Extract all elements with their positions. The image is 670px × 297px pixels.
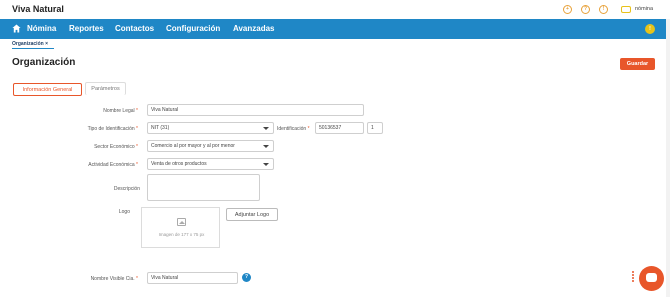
chat-bubble-icon bbox=[646, 273, 657, 282]
descripcion-label: Descripción bbox=[113, 186, 140, 192]
digito-verificacion-input[interactable]: 1 bbox=[367, 122, 383, 134]
breadcrumb-underline bbox=[12, 48, 54, 49]
chevron-down-icon bbox=[263, 127, 269, 130]
logo-hint: Imagen de 177 x 75 px bbox=[158, 232, 205, 237]
nombre-legal-input[interactable]: Viva Natural bbox=[147, 104, 364, 116]
identificacion-input[interactable]: 50136537 bbox=[315, 122, 364, 134]
user-menu[interactable]: nómina bbox=[635, 6, 653, 12]
nav-item-nomina[interactable]: Nómina bbox=[27, 24, 56, 33]
main-nav: Nómina Reportes Contactos Configuración … bbox=[0, 19, 670, 39]
help-icon[interactable]: ? bbox=[242, 273, 251, 282]
breadcrumb-label: Organización bbox=[12, 41, 44, 47]
tab-informacion-general[interactable]: Información General bbox=[13, 83, 82, 96]
home-icon[interactable] bbox=[12, 24, 21, 33]
descripcion-textarea[interactable] bbox=[147, 174, 260, 201]
scrollbar[interactable] bbox=[666, 19, 670, 297]
tab-parametros[interactable]: Parámetros bbox=[85, 82, 126, 95]
notification-badge[interactable]: ! bbox=[645, 24, 655, 34]
actividad-economica-label: Actividad Económica * bbox=[88, 162, 138, 168]
image-icon bbox=[177, 218, 186, 226]
nav-item-configuracion[interactable]: Configuración bbox=[166, 24, 220, 33]
nav-item-avanzadas[interactable]: Avanzadas bbox=[233, 24, 275, 33]
nombre-visible-input[interactable]: Viva Natural bbox=[147, 272, 238, 284]
drag-handle-icon[interactable] bbox=[632, 271, 637, 285]
page-title: Organización bbox=[12, 57, 76, 68]
tipo-identificacion-select[interactable]: NIT (31) bbox=[147, 122, 274, 134]
sector-economico-label: Sector Económico * bbox=[94, 144, 138, 150]
save-button[interactable]: Guardar bbox=[620, 58, 655, 70]
nombre-visible-label: Nombre Visible Cia. * bbox=[90, 276, 138, 282]
app-title: Viva Natural bbox=[12, 4, 64, 14]
top-bar: Viva Natural + ? ! nómina bbox=[0, 0, 670, 19]
plus-circle-icon[interactable]: + bbox=[563, 5, 572, 14]
chevron-down-icon bbox=[263, 163, 269, 166]
chevron-down-icon bbox=[263, 145, 269, 148]
logo-dropzone[interactable]: Imagen de 177 x 75 px bbox=[141, 207, 220, 248]
tipo-identificacion-label: Tipo de Identificación * bbox=[87, 126, 138, 132]
nombre-legal-label: Nombre Legal * bbox=[103, 108, 138, 114]
company-toggle-icon[interactable] bbox=[621, 6, 631, 13]
logo-label: Logo bbox=[118, 209, 130, 215]
identificacion-label: Identificación * bbox=[277, 126, 310, 132]
nav-item-reportes[interactable]: Reportes bbox=[69, 24, 104, 33]
alert-circle-icon[interactable]: ! bbox=[599, 5, 608, 14]
nav-item-contactos[interactable]: Contactos bbox=[115, 24, 154, 33]
question-circle-icon[interactable]: ? bbox=[581, 5, 590, 14]
adjuntar-logo-button[interactable]: Adjuntar Logo bbox=[226, 208, 278, 221]
sector-economico-select[interactable]: Comercio al por mayor y al por menor bbox=[147, 140, 274, 152]
actividad-economica-select[interactable]: Venta de otros productos bbox=[147, 158, 274, 170]
breadcrumb-tab[interactable]: Organización × bbox=[12, 41, 48, 47]
close-icon[interactable]: × bbox=[45, 41, 48, 47]
